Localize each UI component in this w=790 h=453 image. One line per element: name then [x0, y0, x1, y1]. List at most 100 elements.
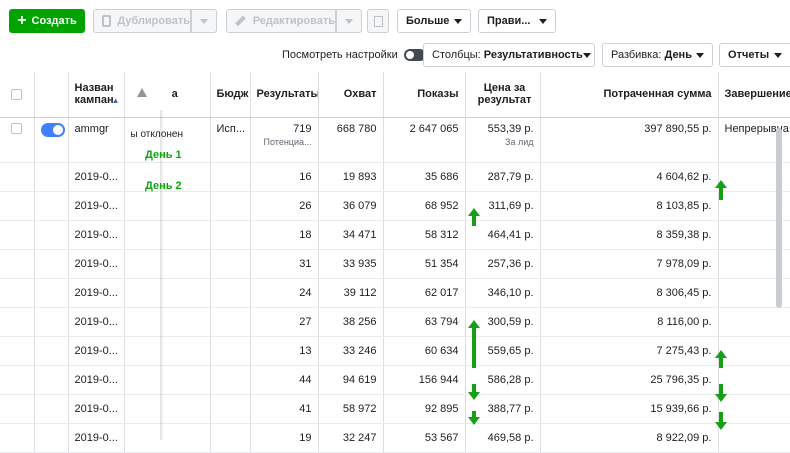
header-delivery[interactable]: а — [124, 72, 210, 117]
spent-cell: 8 922,09 р. — [540, 423, 718, 452]
row-checkbox-cell — [0, 249, 34, 278]
chevron-down-icon — [200, 19, 208, 24]
date-cell: 2019-0... — [68, 191, 124, 220]
vertical-scrollbar[interactable] — [776, 128, 782, 308]
ends-cell — [718, 336, 790, 365]
delivery-cell — [124, 249, 210, 278]
ends-cell — [718, 307, 790, 336]
table-row[interactable]: 2019-0...1333 24660 634559,65 р.7 275,43… — [0, 336, 790, 365]
row-toggle-cell — [34, 423, 68, 452]
row-toggle-cell[interactable] — [34, 117, 68, 162]
header-select-all[interactable] — [0, 72, 34, 117]
table-row[interactable]: 2019-0...2439 11262 017346,10 р.8 306,45… — [0, 278, 790, 307]
cost-cell: 586,28 р. — [465, 365, 540, 394]
more-button[interactable]: Больше — [397, 9, 471, 33]
date-cell: 2019-0... — [68, 249, 124, 278]
view-settings[interactable]: Посмотреть настройки — [282, 43, 426, 67]
table-row[interactable]: 2019-0...1619 89335 686287,79 р.4 604,62… — [0, 162, 790, 191]
chevron-down-icon — [345, 19, 353, 24]
breakdown-value: День — [664, 49, 692, 61]
reports-button[interactable]: Отчеты — [719, 43, 790, 67]
columns-value: Результативность — [484, 49, 583, 61]
reports-label: Отчеты — [728, 49, 769, 61]
row-checkbox-cell — [0, 336, 34, 365]
spent-cell: 8 103,85 р. — [540, 191, 718, 220]
row-toggle-cell — [34, 394, 68, 423]
reach-cell: 34 471 — [318, 220, 383, 249]
table-row[interactable]: 2019-0...1834 47158 312464,41 р.8 359,38… — [0, 220, 790, 249]
header-ends[interactable]: Завершение — [718, 72, 790, 117]
header-cost-label: Цена за результат — [476, 82, 534, 106]
header-impressions-label: Показы — [417, 88, 458, 100]
table-header-row: Назван кампан ▲ а Бюдж Результаты Охват … — [0, 72, 790, 117]
delivery-cell — [124, 220, 210, 249]
header-results[interactable]: Результаты — [250, 72, 318, 117]
reach-cell: 58 972 — [318, 394, 383, 423]
budget-cell — [210, 249, 250, 278]
duplicate-dropdown[interactable] — [191, 9, 217, 33]
spent-cell: 8 116,00 р. — [540, 307, 718, 336]
table-row[interactable]: 2019-0...4158 97292 895388,77 р.15 939,6… — [0, 394, 790, 423]
header-reach[interactable]: Охват — [318, 72, 383, 117]
impressions-cell: 68 952 — [383, 191, 465, 220]
preview-button[interactable] — [367, 9, 389, 33]
reach-cell: 33 935 — [318, 249, 383, 278]
cost-cell: 346,10 р. — [465, 278, 540, 307]
budget-cell: Исп... — [210, 117, 250, 162]
cost-cell: 469,58 р. — [465, 423, 540, 452]
delivery-cell — [124, 336, 210, 365]
edit-button[interactable]: Редактировать — [226, 9, 336, 33]
table-row[interactable]: 2019-0...4494 619156 944586,28 р.25 796,… — [0, 365, 790, 394]
impressions-cell: 58 312 — [383, 220, 465, 249]
cost-cell: 464,41 р. — [465, 220, 540, 249]
date-cell: 2019-0... — [68, 162, 124, 191]
row-checkbox[interactable] — [11, 123, 22, 134]
spent-cell: 397 890,55 р. — [540, 117, 718, 162]
columns-button[interactable]: Столбцы: Результативность — [423, 43, 595, 67]
duplicate-button[interactable]: Дублировать — [93, 9, 191, 33]
chevron-down-icon — [583, 53, 591, 58]
chevron-down-icon — [774, 53, 782, 58]
impressions-cell: 62 017 — [383, 278, 465, 307]
header-spent-label: Потраченная сумма — [603, 88, 711, 100]
header-name[interactable]: Назван кампан ▲ — [68, 72, 124, 117]
impressions-cell: 60 634 — [383, 336, 465, 365]
header-reach-label: Охват — [344, 88, 377, 100]
date-cell: 2019-0... — [68, 336, 124, 365]
header-amount-spent[interactable]: Потраченная сумма — [540, 72, 718, 117]
campaign-toggle[interactable] — [41, 123, 65, 137]
summary-row[interactable]: ammgr ы отклонен Исп... 719Потенциа... 6… — [0, 117, 790, 162]
table-row[interactable]: 2019-0...2636 07968 952311,69 р.8 103,85… — [0, 191, 790, 220]
delivery-cell — [124, 423, 210, 452]
reach-cell: 38 256 — [318, 307, 383, 336]
spent-cell: 7 275,43 р. — [540, 336, 718, 365]
rules-button[interactable]: Прави... — [478, 9, 556, 33]
breakdown-button[interactable]: Разбивка: День — [602, 43, 713, 67]
ends-cell — [718, 423, 790, 452]
header-impressions[interactable]: Показы — [383, 72, 465, 117]
table-row[interactable]: 2019-0...2738 25663 794300,59 р.8 116,00… — [0, 307, 790, 336]
reach-cell: 668 780 — [318, 117, 383, 162]
budget-cell — [210, 423, 250, 452]
table-row[interactable]: 2019-0...3133 93551 354257,36 р.7 978,09… — [0, 249, 790, 278]
date-cell: 2019-0... — [68, 278, 124, 307]
row-toggle-cell — [34, 191, 68, 220]
header-cost-per-result[interactable]: Цена за результат — [465, 72, 540, 117]
results-cell: 24 — [250, 278, 318, 307]
impressions-cell: 35 686 — [383, 162, 465, 191]
ends-cell — [718, 394, 790, 423]
reach-cell: 39 112 — [318, 278, 383, 307]
create-button[interactable]: + Создать — [9, 9, 85, 33]
duplicate-icon — [102, 15, 111, 27]
rules-label: Прави... — [487, 15, 530, 27]
impressions-cell: 92 895 — [383, 394, 465, 423]
header-toggle — [34, 72, 68, 117]
campaign-name[interactable]: ammgr — [68, 117, 124, 162]
edit-dropdown[interactable] — [336, 9, 362, 33]
table-row[interactable]: 2019-0...1932 24753 567469,58 р.8 922,09… — [0, 423, 790, 452]
header-budget[interactable]: Бюдж — [210, 72, 250, 117]
row-checkbox-cell[interactable] — [0, 117, 34, 162]
select-all-checkbox[interactable] — [11, 89, 22, 100]
spent-cell: 4 604,62 р. — [540, 162, 718, 191]
cost-cell: 553,39 р.За лид — [465, 117, 540, 162]
